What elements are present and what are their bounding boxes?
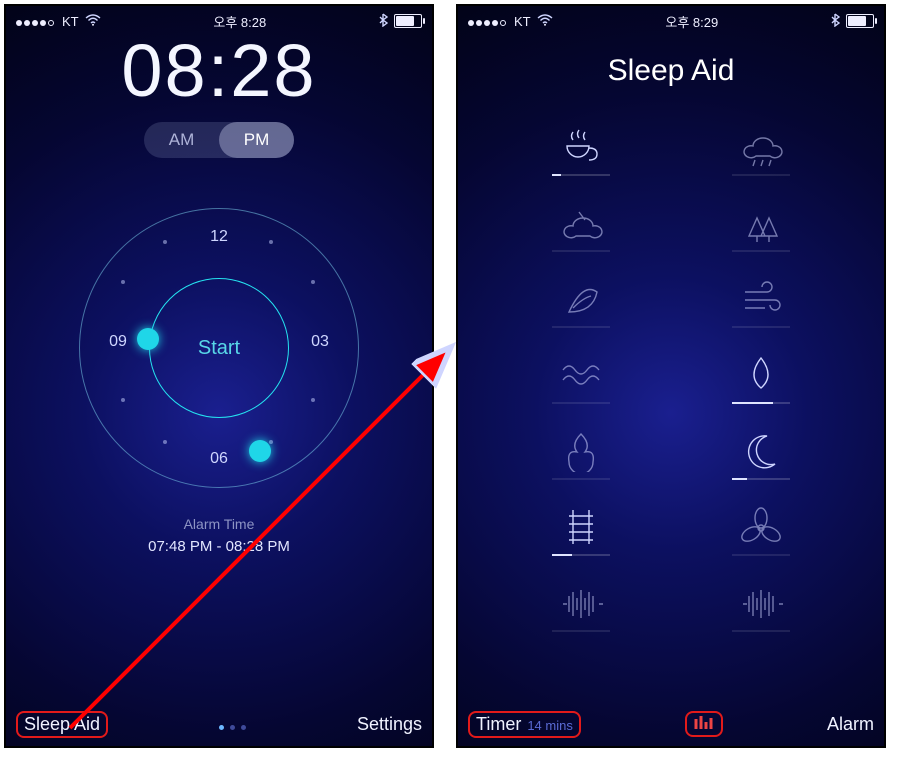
timer-button[interactable]: Timer14 mins bbox=[468, 711, 581, 738]
volume-bar[interactable] bbox=[552, 326, 610, 328]
sound-fan[interactable] bbox=[726, 506, 796, 556]
fire-icon bbox=[556, 430, 606, 472]
status-bar: KT 오후 8:29 bbox=[458, 6, 884, 32]
signal-dots-icon bbox=[468, 14, 508, 29]
timer-value: 14 mins bbox=[527, 718, 573, 733]
dial-label-12: 12 bbox=[204, 228, 234, 246]
waves-icon bbox=[556, 354, 606, 396]
status-time: 오후 8:28 bbox=[213, 12, 266, 31]
fan-icon bbox=[736, 506, 786, 548]
coffee-icon bbox=[556, 126, 606, 168]
sound-moon[interactable] bbox=[726, 430, 796, 480]
moon-icon bbox=[736, 430, 786, 472]
alarm-button[interactable]: Alarm bbox=[827, 714, 874, 735]
volume-bar[interactable] bbox=[552, 174, 610, 176]
bottom-bar: Timer14 mins Alarm bbox=[458, 711, 884, 738]
bluetooth-icon bbox=[831, 13, 840, 30]
drop-icon bbox=[736, 354, 786, 396]
sound-wind[interactable] bbox=[726, 278, 796, 328]
dial-handle-start[interactable] bbox=[137, 328, 159, 350]
sound-leaf[interactable] bbox=[546, 278, 616, 328]
time-dial[interactable]: Start 12 03 06 09 bbox=[79, 208, 359, 488]
equalizer-button[interactable] bbox=[685, 711, 723, 737]
signal-dots-icon bbox=[16, 14, 56, 29]
bluetooth-icon bbox=[379, 13, 388, 30]
battery-icon bbox=[394, 14, 422, 28]
volume-bar[interactable] bbox=[732, 174, 790, 176]
page-indicator bbox=[108, 714, 357, 735]
sound-forest[interactable] bbox=[726, 202, 796, 252]
dial-label-09: 09 bbox=[103, 333, 133, 351]
forest-icon bbox=[736, 202, 786, 244]
sound-waves[interactable] bbox=[546, 354, 616, 404]
volume-bar[interactable] bbox=[732, 326, 790, 328]
status-time: 오후 8:29 bbox=[665, 12, 718, 31]
pink-noise-icon bbox=[736, 582, 786, 624]
sound-cloud[interactable] bbox=[546, 202, 616, 252]
cloud-icon bbox=[556, 202, 606, 244]
sound-pink-noise[interactable] bbox=[726, 582, 796, 632]
equalizer-icon bbox=[693, 714, 715, 730]
sound-grid bbox=[521, 126, 821, 632]
volume-bar[interactable] bbox=[552, 250, 610, 252]
sound-coffee[interactable] bbox=[546, 126, 616, 176]
wifi-icon bbox=[537, 14, 553, 29]
volume-bar[interactable] bbox=[732, 478, 790, 480]
volume-bar[interactable] bbox=[732, 402, 790, 404]
rain-icon bbox=[736, 126, 786, 168]
sound-drop[interactable] bbox=[726, 354, 796, 404]
page-title: Sleep Aid bbox=[458, 54, 884, 88]
wind-icon bbox=[736, 278, 786, 320]
leaf-icon bbox=[556, 278, 606, 320]
dial-handle-end[interactable] bbox=[249, 440, 271, 462]
volume-bar[interactable] bbox=[732, 630, 790, 632]
ampm-toggle[interactable]: AM PM bbox=[144, 122, 294, 158]
alarm-time-display: 08:28 bbox=[6, 34, 432, 108]
dial-label-06: 06 bbox=[204, 450, 234, 468]
volume-bar[interactable] bbox=[552, 554, 610, 556]
sound-fire[interactable] bbox=[546, 430, 616, 480]
volume-bar[interactable] bbox=[552, 630, 610, 632]
battery-icon bbox=[846, 14, 874, 28]
sound-white-noise[interactable] bbox=[546, 582, 616, 632]
sleep-aid-button[interactable]: Sleep Aid bbox=[16, 711, 108, 738]
rail-icon bbox=[556, 506, 606, 548]
white-noise-icon bbox=[556, 582, 606, 624]
volume-bar[interactable] bbox=[552, 478, 610, 480]
sound-rain[interactable] bbox=[726, 126, 796, 176]
alarm-time-range: 07:48 PM - 08:28 PM bbox=[6, 538, 432, 555]
carrier-label: KT bbox=[514, 14, 531, 29]
volume-bar[interactable] bbox=[552, 402, 610, 404]
alarm-screen: KT 오후 8:28 08:28 AM PM Start 12 03 06 09 bbox=[4, 4, 434, 748]
settings-button[interactable]: Settings bbox=[357, 714, 422, 735]
bottom-bar: Sleep Aid Settings bbox=[6, 711, 432, 738]
carrier-label: KT bbox=[62, 14, 79, 29]
sleep-aid-screen: KT 오후 8:29 Sleep Aid Timer14 mins bbox=[456, 4, 886, 748]
volume-bar[interactable] bbox=[732, 554, 790, 556]
am-option[interactable]: AM bbox=[144, 122, 219, 158]
sound-rail[interactable] bbox=[546, 506, 616, 556]
volume-bar[interactable] bbox=[732, 250, 790, 252]
alarm-time-label: Alarm Time bbox=[6, 516, 432, 532]
pm-option[interactable]: PM bbox=[219, 122, 294, 158]
wifi-icon bbox=[85, 14, 101, 29]
start-button[interactable]: Start bbox=[149, 278, 289, 418]
dial-label-03: 03 bbox=[305, 333, 335, 351]
